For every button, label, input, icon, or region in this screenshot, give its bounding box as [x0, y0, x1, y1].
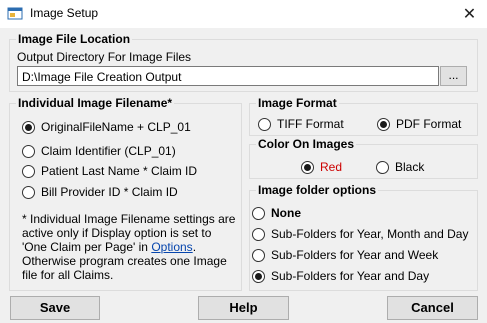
color-option-label-black: Black [395, 160, 425, 174]
radio-indicator[interactable] [377, 117, 390, 131]
folder-option-year-day[interactable]: Sub-Folders for Year and Day [252, 269, 429, 283]
radio-indicator[interactable] [22, 120, 35, 134]
close-icon: ✕ [462, 6, 477, 23]
folder-option-year-week[interactable]: Sub-Folders for Year and Week [252, 248, 438, 262]
radio-indicator[interactable] [301, 160, 314, 174]
radio-indicator[interactable] [22, 144, 35, 158]
format-option-label: TIFF Format [277, 117, 344, 131]
radio-indicator[interactable] [22, 185, 35, 199]
filename-option-original-clp[interactable]: OriginalFileName + CLP_01 [22, 120, 191, 134]
radio-indicator[interactable] [258, 117, 271, 131]
filename-option-label: Bill Provider ID * Claim ID [41, 185, 178, 199]
group-title-folder-options: Image folder options [256, 183, 379, 197]
folder-option-label: None [271, 206, 301, 220]
filename-option-bill-provider[interactable]: Bill Provider ID * Claim ID [22, 185, 178, 199]
window-title: Image Setup [30, 6, 99, 20]
options-link[interactable]: Options [151, 240, 192, 254]
browse-button[interactable]: ... [440, 66, 467, 86]
format-option-label: PDF Format [396, 117, 462, 131]
radio-indicator[interactable] [376, 160, 389, 174]
title-bar: Image Setup ✕ [0, 0, 487, 28]
color-option-label-red: Red [320, 160, 343, 174]
filename-option-patient-last-name[interactable]: Patient Last Name * Claim ID [22, 164, 197, 178]
format-option-pdf[interactable]: PDF Format [377, 117, 461, 131]
folder-option-year-month-day[interactable]: Sub-Folders for Year, Month and Day [252, 227, 468, 241]
format-option-tiff[interactable]: TIFF Format [258, 117, 344, 131]
radio-indicator[interactable] [252, 227, 265, 241]
help-button[interactable]: Help [198, 296, 289, 320]
output-dir-label: Output Directory For Image Files [17, 50, 192, 64]
group-title-image-file-location: Image File Location [16, 32, 133, 46]
close-button[interactable]: ✕ [452, 0, 487, 28]
group-title-color: Color On Images [256, 137, 357, 151]
cancel-button[interactable]: Cancel [387, 296, 478, 320]
folder-option-none[interactable]: None [252, 206, 301, 220]
filename-option-label: Claim Identifier (CLP_01) [41, 144, 176, 158]
filename-note-text: * Individual Image Filename settings are… [22, 212, 236, 254]
radio-indicator[interactable] [252, 248, 265, 262]
radio-indicator[interactable] [252, 269, 265, 283]
folder-option-label: Sub-Folders for Year and Day [271, 269, 430, 283]
radio-indicator[interactable] [22, 164, 35, 178]
color-option-black[interactable]: Black [376, 160, 424, 174]
filename-note: * Individual Image Filename settings are… [22, 212, 236, 282]
output-dir-input[interactable]: D:\Image File Creation Output [17, 66, 439, 86]
folder-option-label: Sub-Folders for Year, Month and Day [271, 227, 469, 241]
group-title-image-format: Image Format [256, 96, 339, 110]
color-group: Color On Images [249, 137, 478, 179]
folder-option-label: Sub-Folders for Year and Week [271, 248, 439, 262]
filename-option-claim-identifier[interactable]: Claim Identifier (CLP_01) [22, 144, 176, 158]
group-title-filename: Individual Image Filename* [16, 96, 175, 110]
app-window-icon [7, 7, 23, 20]
filename-option-label: OriginalFileName + CLP_01 [41, 120, 191, 134]
radio-indicator[interactable] [252, 206, 265, 220]
color-option-red[interactable]: Red [301, 160, 342, 174]
filename-option-label: Patient Last Name * Claim ID [41, 164, 198, 178]
save-button[interactable]: Save [10, 296, 100, 320]
